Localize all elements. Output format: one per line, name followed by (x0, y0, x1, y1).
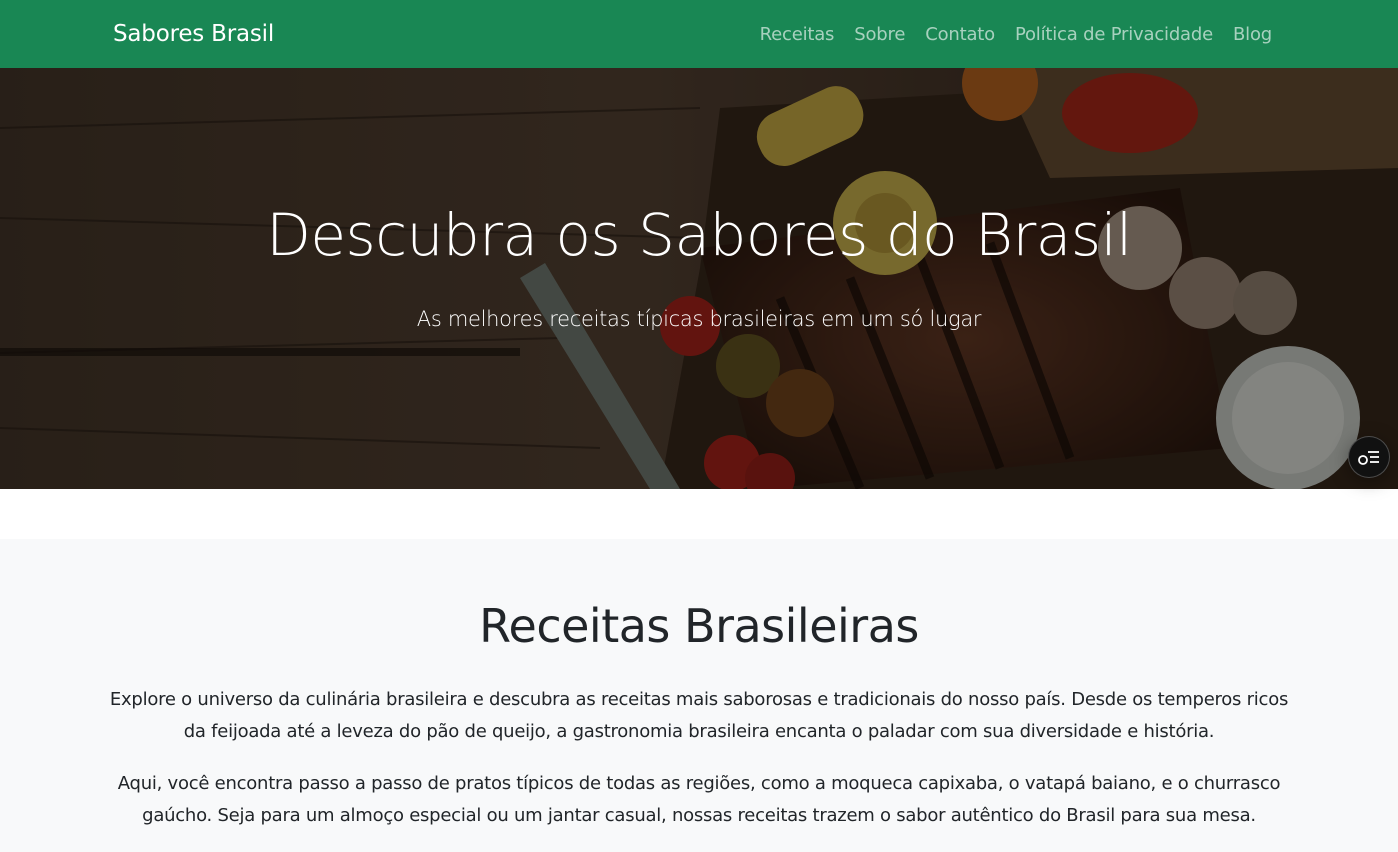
hero-subtitle: As melhores receitas típicas brasileiras… (416, 307, 982, 331)
recipes-regions-paragraph: Aqui, você encontra passo a passo de pra… (117, 772, 1281, 826)
hero-content: Descubra os Sabores do Brasil As melhore… (0, 68, 1398, 331)
nav-link-sobre[interactable]: Sobre (854, 24, 905, 45)
recipes-heading: Receitas Brasileiras (479, 599, 919, 653)
hero-banner: Descubra os Sabores do Brasil As melhore… (0, 68, 1398, 489)
nav-link-receitas[interactable]: Receitas (760, 24, 835, 45)
nav-links: Receitas Sobre Contato Política de Priva… (760, 24, 1273, 45)
brand-link[interactable]: Sabores Brasil (113, 21, 274, 47)
navbar: Sabores Brasil Receitas Sobre Contato Po… (0, 0, 1398, 68)
section-spacer (0, 489, 1398, 539)
accessibility-menu-button[interactable] (1348, 436, 1390, 478)
nav-link-contato[interactable]: Contato (925, 24, 995, 45)
accessibility-menu-icon (1358, 451, 1379, 465)
recipes-intro-paragraph: Explore o universo da culinária brasilei… (109, 688, 1289, 742)
recipes-section: Receitas Brasileiras Explore o universo … (0, 539, 1398, 852)
nav-link-blog[interactable]: Blog (1233, 24, 1272, 45)
hero-title: Descubra os Sabores do Brasil (266, 201, 1132, 269)
nav-link-politica-privacidade[interactable]: Política de Privacidade (1015, 24, 1213, 45)
